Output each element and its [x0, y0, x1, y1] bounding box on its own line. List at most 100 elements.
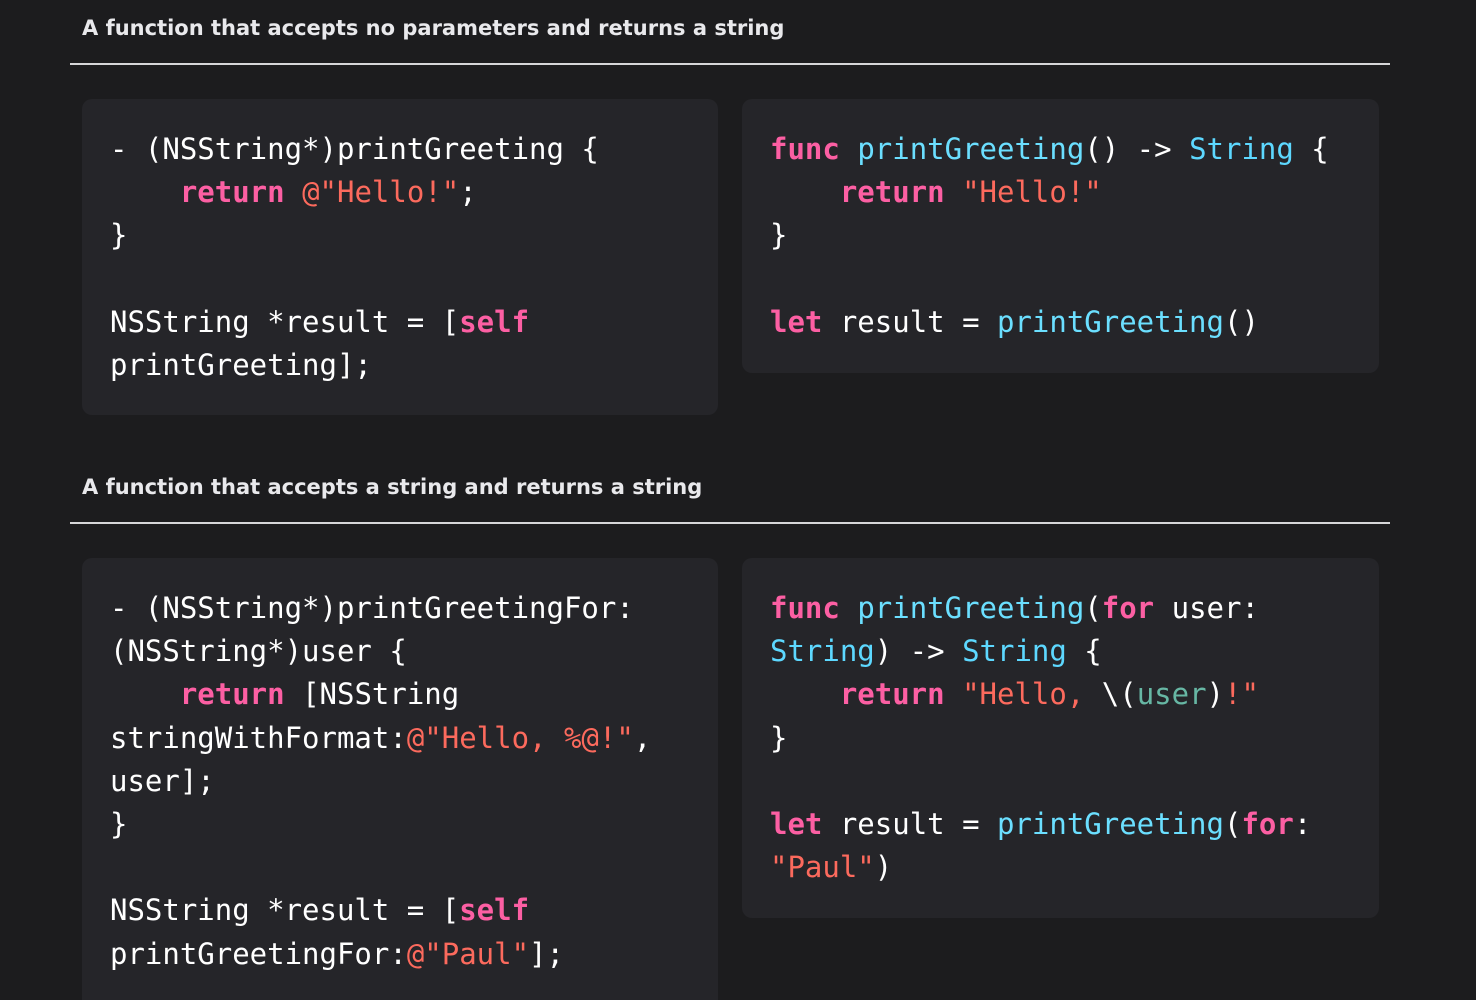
code-line: - (NSString*)printGreetingFor:: [110, 587, 651, 630]
keyword-token: func: [770, 591, 840, 625]
code-line: func printGreeting() -> String {: [770, 128, 1329, 171]
code-line: }: [110, 803, 651, 846]
plain-token: ,: [633, 720, 652, 755]
plain-token: }: [770, 218, 788, 253]
function-token: printGreeting: [857, 132, 1085, 166]
keyword-token: let: [770, 806, 823, 841]
code-line: func printGreeting(for user:: [770, 587, 1311, 630]
plain-token: (NSString*)user {: [110, 634, 407, 669]
section-divider: [70, 522, 1390, 524]
plain-token: {: [1066, 634, 1102, 669]
section-divider: [70, 63, 1390, 65]
string-token: "Hello!": [962, 175, 1102, 210]
keyword-token: func: [770, 132, 840, 166]
code-line: printGreetingFor:@"Paul"];: [110, 933, 651, 976]
string-token: @"Hello!": [302, 175, 460, 210]
function-token: printGreeting: [997, 806, 1224, 841]
string-token: @"Hello, %@!": [406, 720, 634, 755]
plain-token: NSString *result = [: [110, 893, 460, 928]
code-line: stringWithFormat:@"Hello, %@!",: [110, 717, 651, 760]
code-line: "Paul"): [770, 846, 1311, 889]
function-token: printGreeting: [997, 304, 1224, 339]
string-token: !": [1224, 677, 1259, 712]
code-line: printGreeting];: [110, 344, 599, 387]
plain-token: (): [1223, 304, 1259, 339]
plain-token: }: [770, 720, 788, 755]
plain-token: ): [1206, 677, 1224, 712]
swift-code-panel: func printGreeting() -> String { return …: [742, 99, 1379, 373]
keyword-token: self: [459, 893, 530, 928]
code-line: - (NSString*)printGreeting {: [110, 128, 599, 171]
plain-token: :: [1293, 806, 1312, 841]
code-line: NSString *result = [self: [110, 889, 651, 932]
type-token: String: [770, 634, 875, 669]
plain-token: user:: [1154, 591, 1259, 625]
type-token: String: [1189, 132, 1294, 166]
plain-token: stringWithFormat:: [110, 720, 407, 755]
code-line: let result = printGreeting(): [770, 301, 1329, 344]
plain-token: NSString *result = [: [110, 304, 460, 339]
swift-code-block: func printGreeting(for user: String) -> S…: [770, 587, 1311, 889]
keyword-token: return: [179, 175, 285, 210]
plain-token: ) ->: [874, 634, 963, 669]
objc-code-block: - (NSString*)printGreetingFor: (NSString*…: [110, 587, 651, 976]
plain-token: printGreeting];: [110, 347, 372, 382]
plain-token: result =: [822, 304, 997, 339]
plain-token: (: [1084, 591, 1102, 625]
section-title: A function that accepts a string and ret…: [82, 475, 703, 499]
code-line: user];: [110, 760, 651, 803]
plain-token: (: [1223, 806, 1242, 841]
code-line: return @"Hello!";: [110, 171, 599, 214]
code-line: }: [110, 214, 599, 257]
plain-token: {: [1293, 132, 1329, 166]
plain-token: result =: [822, 806, 997, 841]
keyword-token: return: [179, 677, 285, 712]
keyword-token: let: [770, 304, 823, 339]
code-line: NSString *result = [self: [110, 301, 599, 344]
code-line: String) -> String {: [770, 630, 1311, 673]
objc-code-panel: - (NSString*)printGreetingFor: (NSString*…: [82, 558, 718, 1000]
string-token: @"Paul": [406, 936, 530, 971]
type-token: String: [962, 634, 1067, 669]
swift-code-panel: func printGreeting(for user: String) -> S…: [742, 558, 1379, 918]
variable-token: user: [1136, 677, 1207, 712]
plain-token: }: [110, 806, 128, 841]
plain-token: - (NSString*)printGreeting {: [110, 132, 599, 166]
swift-code-block: func printGreeting() -> String { return …: [770, 128, 1329, 344]
function-token: printGreeting: [857, 591, 1085, 625]
string-token: "Paul": [770, 850, 875, 885]
plain-token: [NSString: [284, 677, 460, 712]
plain-token: ): [874, 850, 893, 885]
plain-token: \(: [1101, 677, 1137, 712]
plain-token: - (NSString*)printGreetingFor:: [110, 591, 634, 625]
code-line: let result = printGreeting(for:: [770, 803, 1311, 846]
keyword-token: return: [839, 677, 945, 712]
keyword-token: return: [839, 175, 945, 210]
code-line: (NSString*)user {: [110, 630, 651, 673]
plain-token: ;: [459, 175, 477, 210]
section-title: A function that accepts no parameters an…: [82, 16, 785, 40]
plain-token: printGreetingFor:: [110, 936, 407, 971]
keyword-token: for: [1241, 806, 1294, 841]
code-line: return "Hello, \(user)!": [770, 673, 1311, 716]
objc-code-block: - (NSString*)printGreeting { return @"He…: [110, 128, 599, 387]
plain-token: () ->: [1084, 132, 1190, 166]
keyword-token: self: [459, 304, 530, 339]
plain-token: user];: [110, 763, 215, 798]
objc-code-panel: - (NSString*)printGreeting { return @"He…: [82, 99, 718, 415]
plain-token: }: [110, 218, 128, 253]
keyword-token: for: [1101, 591, 1155, 625]
code-line: return [NSString: [110, 673, 651, 716]
